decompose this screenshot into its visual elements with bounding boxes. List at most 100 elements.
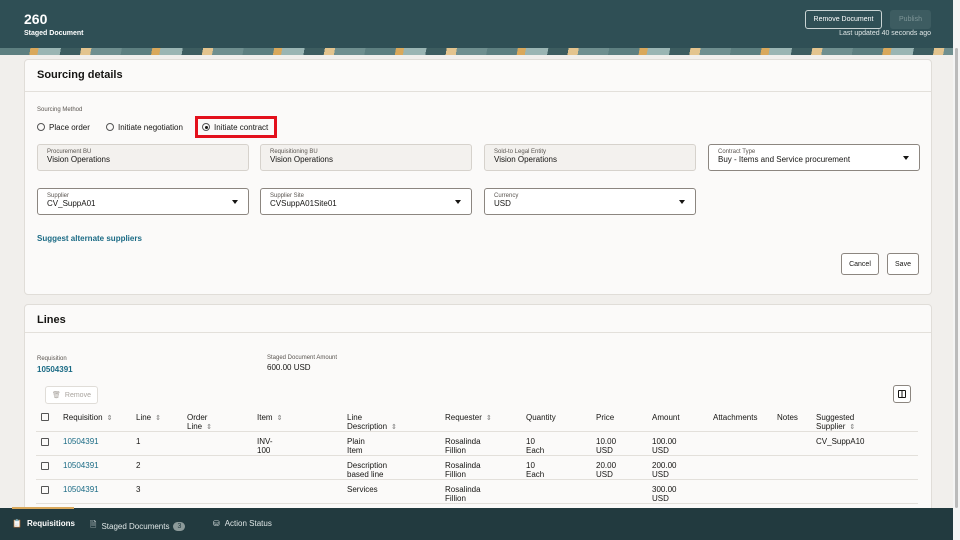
column-label: Requester — [445, 413, 482, 422]
row-checkbox[interactable] — [41, 438, 49, 446]
tab-action-status[interactable]: ⛁ Action Status — [213, 519, 272, 528]
page-subtitle: Staged Document — [24, 30, 84, 37]
select-all-checkbox[interactable] — [41, 413, 49, 421]
column-label: Line — [136, 413, 152, 422]
field-value: USD — [494, 199, 511, 208]
sort-icon: ⇕ — [485, 415, 492, 422]
requisition-link[interactable]: 10504391 — [63, 485, 99, 494]
column-header[interactable]: Notes — [777, 413, 798, 422]
table-cell: 20.00 USD — [596, 461, 617, 479]
table-cell: 3 — [136, 485, 141, 494]
column-label: Price — [596, 413, 615, 422]
row-divider — [36, 455, 918, 456]
column-label: Quantity — [526, 413, 556, 422]
column-header[interactable]: Order Line ⇕ — [187, 413, 212, 431]
sort-icon: ⇕ — [155, 415, 161, 422]
row-checkbox[interactable] — [41, 462, 49, 470]
sort-icon: ⇕ — [206, 424, 212, 431]
table-cell: Services — [347, 485, 378, 494]
bottom-navigation: 📋 Requisitions 🗎 Staged Documents 3 ⛁ Action… — [0, 507, 953, 540]
table-cell: CV_SuppA10 — [816, 437, 865, 446]
sourcing-details-card: Sourcing details Sourcing Method Place o… — [24, 59, 932, 295]
page-header: 260 Staged Document Remove Document Publ… — [0, 0, 953, 48]
status-icon: ⛁ — [213, 519, 220, 528]
sort-icon: ⇕ — [849, 424, 856, 431]
column-label: Attachments — [713, 413, 758, 422]
remove-document-button[interactable]: Remove Document — [805, 10, 882, 29]
supplier-select[interactable]: Supplier CV_SuppA01 — [37, 188, 249, 215]
table-cell: 10 Each — [526, 437, 545, 455]
column-header[interactable]: Price — [596, 413, 614, 422]
row-checkbox[interactable] — [41, 486, 49, 494]
requisition-link[interactable]: 10504391 — [63, 437, 99, 446]
document-icon: 🗎 — [90, 520, 97, 529]
amount-label: Staged Document Amount — [267, 355, 338, 361]
table-cell: 10 Each — [526, 461, 545, 479]
column-label: Notes — [777, 413, 798, 422]
requisitioning-bu-field: Requisitioning BU Vision Operations — [260, 144, 472, 171]
scrollbar[interactable] — [953, 0, 960, 540]
chevron-down-icon — [679, 200, 685, 204]
column-header[interactable]: Line Description ⇕ — [347, 413, 397, 431]
table-cell: Description based line — [347, 461, 388, 479]
radio-initiate-contract[interactable]: Initiate contract — [195, 116, 277, 138]
radio-place-order[interactable]: Place order — [37, 123, 90, 132]
table-cell: Rosalinda Fillion — [445, 485, 481, 503]
sort-icon: ⇕ — [391, 424, 397, 431]
field-value: Vision Operations — [270, 155, 333, 164]
column-header[interactable]: Quantity — [526, 413, 556, 422]
supplier-site-select[interactable]: Supplier Site CVSuppA01Site01 — [260, 188, 472, 215]
table-cell: 1 — [136, 437, 141, 446]
column-label: Amount — [652, 413, 680, 422]
decorative-banner — [0, 48, 953, 55]
tab-label: Requisitions — [26, 519, 75, 528]
requisition-label: Requisition — [37, 356, 67, 362]
sort-icon: ⇕ — [276, 415, 283, 422]
columns-icon — [898, 390, 906, 398]
table-cell: INV-100 — [257, 437, 273, 455]
currency-select[interactable]: Currency USD — [484, 188, 696, 215]
column-header[interactable]: Suggested Supplier ⇕ — [816, 413, 855, 431]
requisition-link[interactable]: 10504391 — [63, 461, 99, 470]
column-layout-button[interactable] — [893, 385, 911, 403]
section-title: Lines — [37, 314, 66, 326]
button-label: Remove — [64, 391, 91, 399]
column-header[interactable]: Requisition ⇕ — [63, 413, 112, 422]
sourcing-method-label: Sourcing Method — [37, 107, 83, 113]
table-cell: 300.00 USD — [652, 485, 677, 503]
document-number: 260 — [24, 11, 48, 27]
chevron-down-icon — [232, 200, 238, 204]
column-header[interactable]: Item ⇕ — [257, 413, 282, 422]
field-value: Vision Operations — [47, 155, 110, 164]
field-value: Vision Operations — [494, 155, 557, 164]
sold-to-legal-entity-field: Sold-to Legal Entity Vision Operations — [484, 144, 696, 171]
publish-button[interactable]: Publish — [890, 10, 931, 29]
remove-button[interactable]: 🗑 Remove — [45, 386, 98, 404]
table-cell: 10.00 USD — [596, 437, 617, 455]
divider — [25, 332, 931, 333]
chevron-down-icon — [455, 200, 461, 204]
count-badge: 3 — [173, 521, 186, 531]
requisition-link[interactable]: 10504391 — [37, 365, 73, 374]
table-cell: 200.00 USD — [652, 461, 677, 479]
table-cell: Rosalinda Fillion — [445, 461, 481, 479]
column-header[interactable]: Amount — [652, 413, 680, 422]
column-label: Order Line — [187, 413, 208, 431]
save-button[interactable]: Save — [887, 253, 919, 275]
column-header[interactable]: Requester ⇕ — [445, 413, 492, 422]
column-header[interactable]: Line ⇕ — [136, 413, 161, 422]
row-divider — [36, 503, 918, 504]
table-cell: 2 — [136, 461, 141, 470]
suggest-alternate-suppliers-link[interactable]: Suggest alternate suppliers — [37, 234, 142, 243]
field-label: Currency — [494, 193, 519, 199]
contract-type-select[interactable]: Contract Type Buy - Items and Service pro… — [708, 144, 920, 171]
procurement-bu-field: Procurement BU Vision Operations — [37, 144, 249, 171]
table-cell: Plain Item — [347, 437, 365, 455]
column-header[interactable]: Attachments — [713, 413, 757, 422]
cancel-button[interactable]: Cancel — [841, 253, 879, 275]
radio-initiate-negotiation[interactable]: Initiate negotiation — [106, 123, 183, 132]
tab-staged-documents[interactable]: 🗎 Staged Documents 3 — [90, 519, 186, 533]
field-value: CV_SuppA01 — [47, 199, 96, 208]
tab-requisitions[interactable]: 📋 Requisitions — [12, 519, 75, 528]
row-divider — [36, 479, 918, 480]
